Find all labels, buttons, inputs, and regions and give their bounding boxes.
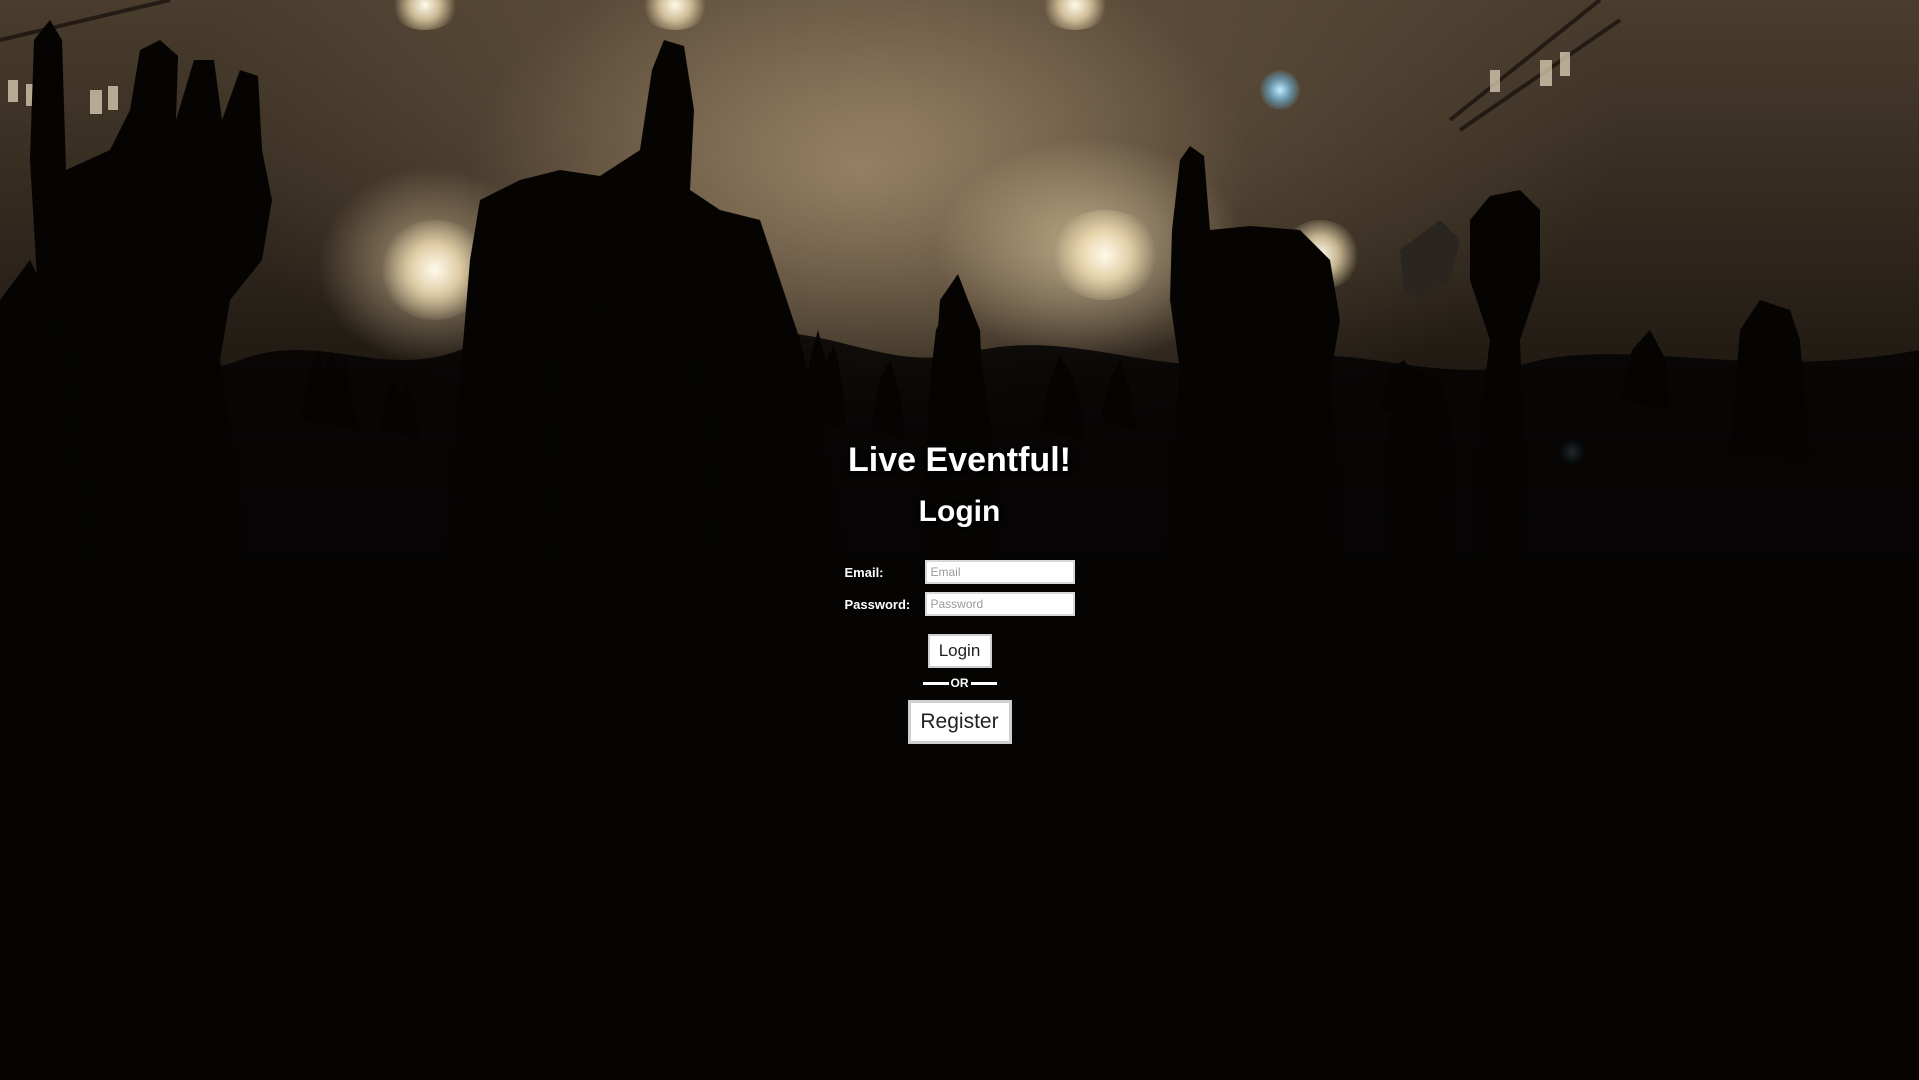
- login-form: Email: Password:: [845, 560, 1075, 624]
- email-row: Email:: [845, 560, 1075, 584]
- register-button-wrap: Register: [0, 696, 1919, 744]
- login-panel: Live Eventful! Login Email: Password: Lo…: [0, 440, 1919, 744]
- divider-line: [922, 681, 949, 685]
- app-title: Live Eventful!: [848, 441, 1071, 479]
- login-button-wrap: Login: [0, 624, 1919, 668]
- or-divider: OR: [0, 674, 1919, 692]
- email-label: Email:: [844, 564, 884, 580]
- login-heading: Login: [918, 495, 1001, 528]
- password-row: Password:: [845, 592, 1075, 616]
- password-field[interactable]: [924, 592, 1075, 616]
- divider-line: [970, 681, 997, 685]
- login-page: Live Eventful! Login Email: Password: Lo…: [0, 0, 1919, 1080]
- password-label: Password:: [844, 596, 911, 612]
- login-button[interactable]: Login: [927, 634, 992, 668]
- email-field[interactable]: [924, 560, 1075, 584]
- register-button[interactable]: Register: [907, 700, 1012, 744]
- divider-text: OR: [950, 676, 969, 690]
